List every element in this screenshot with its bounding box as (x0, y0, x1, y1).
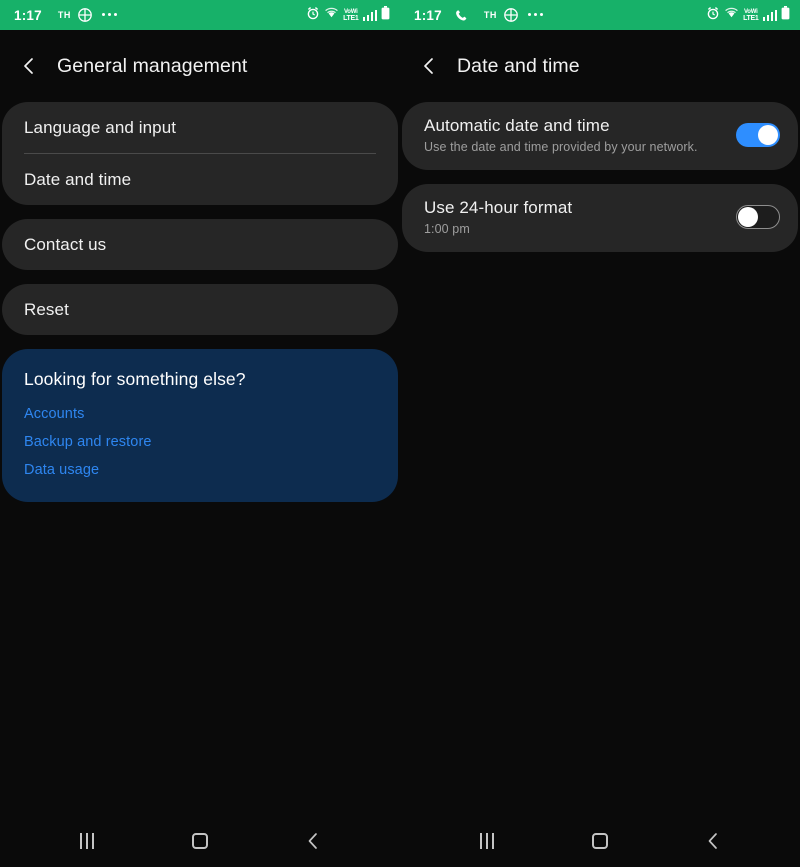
wifi-icon (324, 6, 339, 24)
card-contact-us: Contact us (2, 219, 398, 270)
wifi-icon (724, 6, 739, 24)
back-icon[interactable] (295, 823, 331, 859)
recents-icon[interactable] (469, 823, 505, 859)
left-panel: 1:17 TH VoWi LTE1 General management Lan… (0, 0, 400, 867)
grid-icon (77, 8, 92, 22)
dual-screenshot: 1:17 TH VoWi LTE1 General management Lan… (0, 0, 800, 867)
settings-item-label: Date and time (24, 169, 132, 189)
carrier-label: TH (483, 10, 497, 20)
suggestions-bottom-spacer (2, 478, 398, 502)
suggestions-title: Looking for something else? (24, 369, 246, 389)
status-clock: 1:17 (14, 7, 42, 23)
back-icon[interactable] (418, 55, 440, 77)
card-automatic-date-and-time: Automatic date and time Use the date and… (402, 102, 798, 170)
status-bar-right: 1:17 TH VoWi LTE1 (400, 0, 800, 30)
settings-item-label: Language and input (24, 117, 177, 137)
toggle-use-24-hour-format[interactable] (736, 205, 780, 229)
recents-icon[interactable] (69, 823, 105, 859)
card-reset: Reset (2, 284, 398, 335)
settings-list-right: Automatic date and time Use the date and… (400, 90, 800, 815)
volte-icon: VoWi LTE1 (343, 8, 359, 22)
settings-list-left: Language and input Date and time Contact… (0, 90, 400, 815)
status-bar-left-group: 1:17 TH (414, 8, 544, 23)
signal-icon (362, 9, 377, 21)
setting-subtitle: Use the date and time provided by your n… (424, 140, 698, 154)
setting-text-group: Automatic date and time Use the date and… (424, 116, 736, 154)
settings-item-label: Reset (24, 299, 69, 319)
settings-item-date-and-time[interactable]: Date and time (2, 154, 398, 205)
setting-text-group: Use 24-hour format 1:00 pm (424, 198, 736, 236)
page-title: General management (57, 54, 248, 77)
appbar-right: Date and time (400, 42, 800, 90)
right-panel: 1:17 TH VoWi LTE1 Date and time Automati… (400, 0, 800, 867)
toggle-automatic-date-and-time[interactable] (736, 123, 780, 147)
grid-icon (503, 8, 518, 22)
battery-icon (381, 5, 390, 25)
home-icon[interactable] (582, 823, 618, 859)
toggle-knob (738, 206, 758, 227)
suggestion-link-backup-and-restore[interactable]: Backup and restore (2, 422, 398, 450)
toggle-knob (758, 125, 778, 145)
navigation-bar-left (0, 815, 400, 867)
status-clock: 1:17 (414, 7, 442, 23)
page-title: Date and time (457, 54, 580, 77)
alarm-icon (706, 6, 720, 25)
setting-subtitle: 1:00 pm (424, 222, 470, 236)
settings-item-contact-us[interactable]: Contact us (2, 219, 398, 270)
carrier-label: TH (57, 10, 71, 20)
settings-item-reset[interactable]: Reset (2, 284, 398, 335)
setting-row-use-24-hour-format[interactable]: Use 24-hour format 1:00 pm (402, 184, 798, 252)
overflow-dots-icon (101, 13, 118, 17)
status-bar-right-group: VoWi LTE1 (706, 5, 790, 25)
suggestion-link-data-usage[interactable]: Data usage (2, 450, 398, 478)
status-bar-left-group: 1:17 TH (14, 8, 118, 23)
navigation-bar-right (400, 815, 800, 867)
setting-title: Use 24-hour format (424, 198, 573, 217)
appbar-left: General management (0, 42, 400, 90)
card-use-24-hour-format: Use 24-hour format 1:00 pm (402, 184, 798, 252)
settings-item-label: Contact us (24, 234, 107, 254)
back-icon[interactable] (695, 823, 731, 859)
signal-icon (762, 9, 777, 21)
setting-title: Automatic date and time (424, 116, 610, 135)
card-menu: Language and input Date and time (2, 102, 398, 205)
suggestion-link-accounts[interactable]: Accounts (2, 394, 398, 422)
alarm-icon (306, 6, 320, 25)
status-bar-right-group: VoWi LTE1 (306, 5, 390, 25)
setting-row-automatic-date-and-time[interactable]: Automatic date and time Use the date and… (402, 102, 798, 170)
back-icon[interactable] (18, 55, 40, 77)
settings-item-language-and-input[interactable]: Language and input (2, 102, 398, 153)
card-suggestions: Looking for something else? Accounts Bac… (2, 349, 398, 502)
home-icon[interactable] (182, 823, 218, 859)
volte-icon: VoWi LTE1 (743, 8, 759, 22)
overflow-dots-icon (527, 13, 544, 17)
phone-icon (455, 9, 468, 22)
battery-icon (781, 5, 790, 25)
status-bar-left: 1:17 TH VoWi LTE1 (0, 0, 400, 30)
